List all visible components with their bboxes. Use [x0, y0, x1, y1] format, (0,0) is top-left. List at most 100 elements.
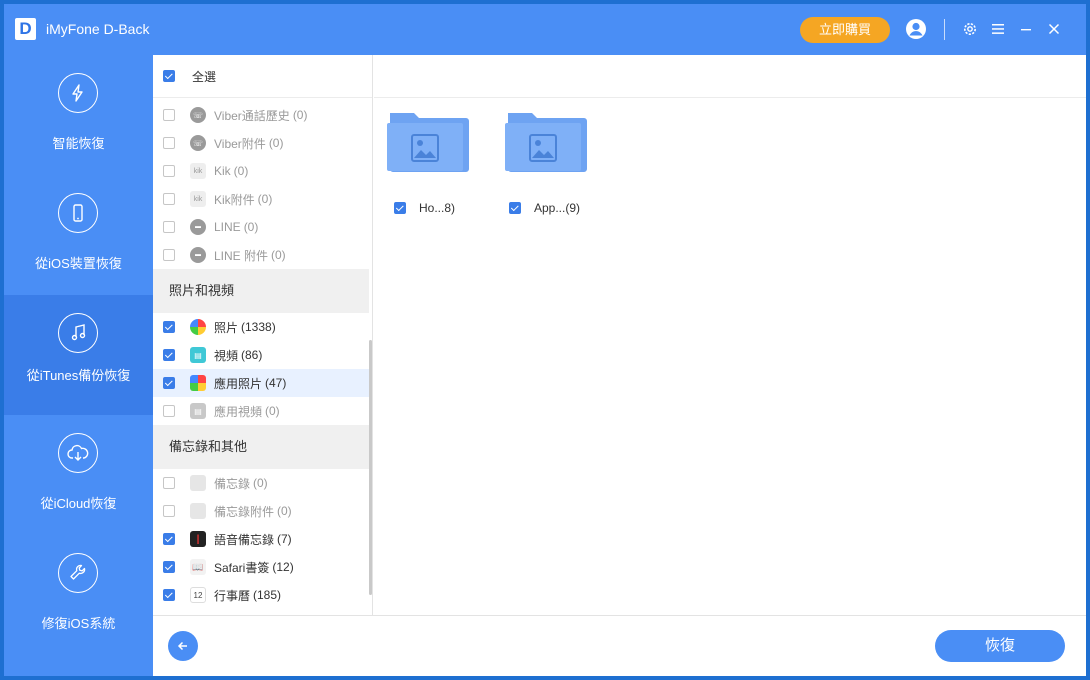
item-checkbox[interactable]	[163, 477, 175, 489]
back-button[interactable]	[168, 631, 198, 661]
list-item[interactable]: ☏ Viber附件 (0)	[153, 129, 369, 157]
item-label: 應用視頻	[214, 404, 263, 419]
item-checkbox[interactable]	[163, 137, 175, 149]
list-item[interactable]: ▤ 應用視頻 (0)	[153, 397, 369, 425]
phone-refresh-icon	[58, 193, 98, 233]
section-title-memo: 備忘錄和其他	[153, 425, 369, 469]
item-count: (0)	[233, 164, 249, 178]
bookmark-book-icon: 📖	[190, 559, 206, 575]
sidebar-item-icloud[interactable]: 從iCloud恢復	[4, 415, 153, 535]
folder-item[interactable]	[386, 107, 472, 173]
sidebar-item-ios-device[interactable]: 從iOS裝置恢復	[4, 175, 153, 295]
app-title: iMyFone D-Back	[46, 21, 150, 37]
user-account-icon[interactable]	[904, 17, 928, 41]
select-all-checkbox[interactable]	[163, 70, 175, 82]
list-item[interactable]: 備忘錄附件 (0)	[153, 497, 369, 525]
item-checkbox[interactable]	[163, 249, 175, 261]
item-checkbox[interactable]	[163, 321, 175, 333]
item-checkbox[interactable]	[163, 109, 175, 121]
list-item[interactable]: 照片 (1338)	[153, 313, 369, 341]
lightning-refresh-icon	[58, 73, 98, 113]
viber-icon: ☏	[190, 135, 206, 151]
list-item[interactable]: ▤ 視頻 (86)	[153, 341, 369, 369]
settings-gear-icon[interactable]	[958, 17, 982, 41]
sidebar-item-label: 從iCloud恢復	[40, 496, 117, 511]
title-bar: D iMyFone D-Back 立即購買	[4, 4, 1086, 55]
item-count: (0)	[271, 248, 286, 262]
item-count: (0)	[243, 220, 259, 234]
sidebar-item-label: 從iOS裝置恢復	[35, 256, 122, 271]
close-icon[interactable]	[1042, 17, 1066, 41]
list-item[interactable]: 應用照片 (47)	[153, 369, 369, 397]
category-scrollbar[interactable]	[369, 340, 372, 595]
item-checkbox[interactable]	[163, 533, 175, 545]
item-checkbox[interactable]	[163, 221, 175, 233]
list-item[interactable]: ▬ LINE 附件 (0)	[153, 241, 369, 269]
item-count: (0)	[292, 108, 308, 122]
music-refresh-icon	[58, 313, 98, 353]
item-checkbox[interactable]	[163, 505, 175, 517]
menu-icon[interactable]	[986, 17, 1010, 41]
folder-checkbox[interactable]	[394, 202, 406, 214]
list-item[interactable]: ☏ Viber通話歷史 (0)	[153, 101, 369, 129]
sidebar-item-itunes-backup[interactable]: 從iTunes備份恢復	[4, 295, 153, 415]
item-label: LINE	[214, 220, 241, 234]
voice-memo-icon: ┃	[190, 531, 206, 547]
file-preview-area: Ho...8) App...(9)	[374, 55, 1086, 615]
notes-icon	[190, 475, 206, 491]
item-count: (0)	[253, 476, 268, 490]
minimize-icon[interactable]	[1014, 17, 1038, 41]
viber-icon: ☏	[190, 107, 206, 123]
item-checkbox[interactable]	[163, 165, 175, 177]
sidebar-item-label: 修復iOS系統	[41, 616, 116, 631]
app-photos-icon	[190, 375, 206, 391]
item-count: (0)	[265, 404, 280, 418]
item-checkbox[interactable]	[163, 589, 175, 601]
folder-item[interactable]	[504, 107, 590, 173]
item-count: (0)	[277, 504, 292, 518]
photos-icon	[190, 319, 206, 335]
category-list: 全選 ☏ Viber通話歷史 (0) ☏ Viber附件 (0) kik Kik…	[153, 55, 373, 615]
item-label: 行事曆	[214, 588, 251, 603]
folder-label-row[interactable]: Ho...8)	[394, 201, 455, 215]
item-label: LINE 附件	[214, 248, 269, 263]
section-title-photos: 照片和視頻	[153, 269, 369, 313]
sidebar-item-label: 智能恢復	[52, 136, 105, 151]
item-count: (47)	[265, 376, 287, 390]
item-label: 應用照片	[214, 376, 263, 391]
sidebar-item-label: 從iTunes備份恢復	[26, 368, 131, 383]
item-checkbox[interactable]	[163, 349, 175, 361]
item-label: 語音備忘錄	[214, 532, 275, 547]
kik-icon: kik	[190, 163, 206, 179]
sidebar: 智能恢復 從iOS裝置恢復 從iTunes備份恢復 從iCloud恢復 修復iO…	[4, 55, 153, 676]
folder-checkbox[interactable]	[509, 202, 521, 214]
buy-now-button[interactable]: 立即購買	[800, 17, 890, 43]
item-checkbox[interactable]	[163, 405, 175, 417]
sidebar-item-repair-ios[interactable]: 修復iOS系統	[4, 535, 153, 655]
item-count: (0)	[268, 136, 284, 150]
select-all-row[interactable]: 全選	[153, 55, 372, 98]
folder-label-row[interactable]: App...(9)	[509, 201, 580, 215]
item-checkbox[interactable]	[163, 377, 175, 389]
item-label: 照片	[214, 320, 239, 335]
kik-icon: kik	[190, 191, 206, 207]
list-item[interactable]: 12 行事曆 (185)	[153, 581, 369, 609]
item-checkbox[interactable]	[163, 193, 175, 205]
item-label: Kik附件	[214, 192, 255, 207]
list-item[interactable]: 備忘錄 (0)	[153, 469, 369, 497]
list-item[interactable]: kik Kik (0)	[153, 157, 369, 185]
list-item[interactable]: 📖 Safari書簽 (12)	[153, 553, 369, 581]
arrow-left-icon	[177, 641, 187, 651]
list-item[interactable]: ▬ LINE (0)	[153, 213, 369, 241]
item-label: Kik	[214, 164, 231, 178]
item-count: (185)	[253, 588, 282, 602]
recover-button[interactable]: 恢復	[935, 630, 1065, 662]
notes-attachment-icon	[190, 503, 206, 519]
list-item[interactable]: ┃ 語音備忘錄 (7)	[153, 525, 369, 553]
list-item[interactable]: kik Kik附件 (0)	[153, 185, 369, 213]
footer-bar: 恢復	[153, 615, 1086, 676]
item-label: Safari書簽	[214, 560, 270, 575]
item-checkbox[interactable]	[163, 561, 175, 573]
sidebar-item-smart-recovery[interactable]: 智能恢復	[4, 55, 153, 175]
content-header	[374, 55, 1086, 98]
